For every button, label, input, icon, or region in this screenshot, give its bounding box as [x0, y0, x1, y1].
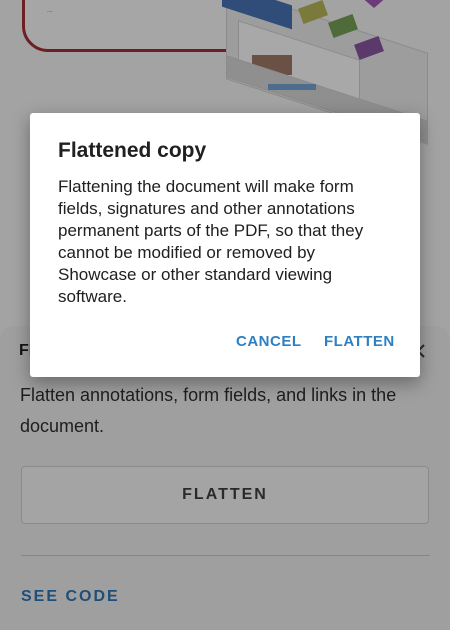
dialog-body: Flattening the document will make form f… — [58, 177, 364, 306]
illustration-triangle — [360, 0, 388, 8]
flatten-dialog: Flattened copy Flattening the document w… — [30, 113, 420, 377]
flatten-button[interactable]: FLATTEN — [21, 466, 429, 524]
cloud-text: ... — [47, 7, 53, 14]
see-code-link[interactable]: SEE CODE — [21, 588, 120, 606]
divider — [21, 555, 430, 556]
dialog-title: Flattened copy — [58, 139, 207, 162]
sheet-description: Flatten annotations, form fields, and li… — [20, 385, 397, 436]
confirm-flatten-button[interactable]: FLATTEN — [324, 333, 395, 350]
illustration-line — [268, 84, 316, 90]
cancel-button[interactable]: CANCEL — [236, 333, 302, 350]
